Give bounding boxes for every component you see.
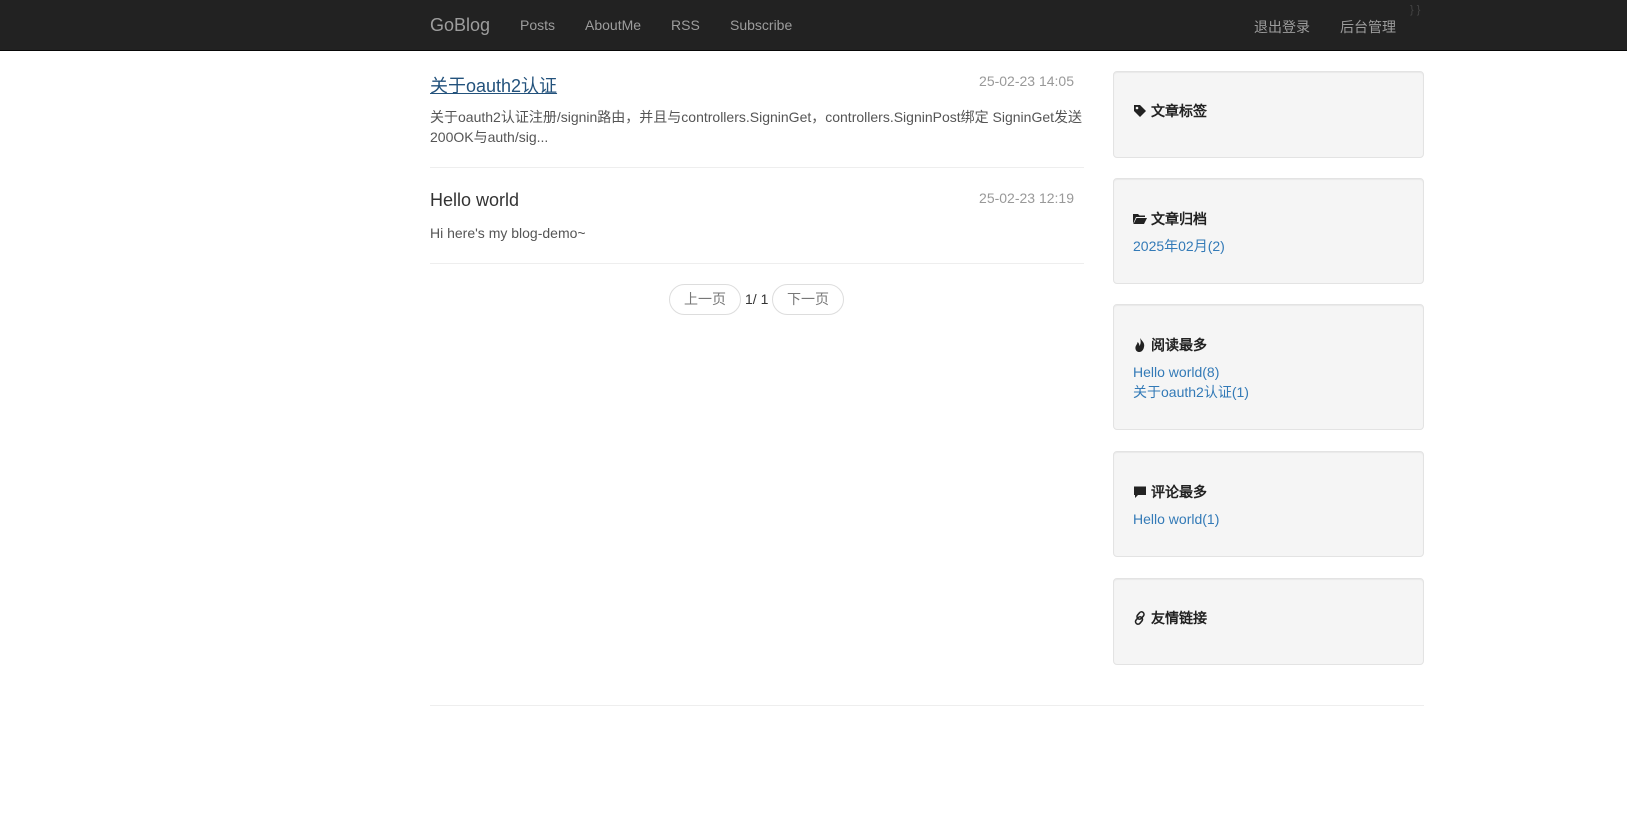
comment-icon	[1134, 486, 1146, 498]
top-navbar: GoBlog Posts AboutMe RSS Subscribe 退出登录 …	[0, 0, 1627, 51]
most-commented-link[interactable]: Hello world(1)	[1133, 509, 1219, 529]
corner-glyph: } }	[1410, 4, 1421, 16]
post-title-link[interactable]: Hello world	[430, 190, 519, 211]
post-title-link[interactable]: 关于oauth2认证	[430, 72, 557, 98]
nav-subscribe[interactable]: Subscribe	[730, 17, 792, 33]
tag-icon	[1134, 105, 1146, 117]
most-read-link[interactable]: 关于oauth2认证(1)	[1133, 382, 1249, 402]
most-commented-widget: 评论最多 Hello world(1)	[1113, 451, 1424, 557]
post-excerpt: Hi here's my blog-demo~	[430, 225, 586, 241]
nav-admin[interactable]: 后台管理	[1340, 17, 1396, 37]
fire-icon	[1135, 338, 1145, 352]
widget-title: 文章归档	[1151, 211, 1207, 227]
most-read-link[interactable]: Hello world(8)	[1133, 362, 1249, 382]
archive-link[interactable]: 2025年02月(2)	[1133, 236, 1225, 256]
folder-open-icon	[1133, 214, 1147, 224]
archive-list: 2025年02月(2)	[1133, 236, 1225, 256]
tags-widget: 文章标签	[1113, 71, 1424, 158]
nav-logout[interactable]: 退出登录	[1254, 17, 1310, 37]
brand-logo[interactable]: GoBlog	[430, 15, 490, 36]
post-date: 25-02-23 14:05	[979, 73, 1074, 89]
widget-title: 评论最多	[1151, 484, 1207, 500]
prev-page-button[interactable]: 上一页	[669, 284, 741, 315]
post-date: 25-02-23 12:19	[979, 190, 1074, 206]
most-read-list: Hello world(8) 关于oauth2认证(1)	[1133, 362, 1249, 402]
post-excerpt: 关于oauth2认证注册/signin路由，并且与controllers.Sig…	[430, 109, 1083, 145]
widget-heading: 文章归档	[1133, 209, 1207, 229]
post-item: 关于oauth2认证 25-02-23 14:05 关于oauth2认证注册/s…	[430, 66, 1084, 168]
nav-rss[interactable]: RSS	[671, 17, 700, 33]
footer-divider	[430, 705, 1424, 706]
widget-heading: 友情链接	[1133, 608, 1207, 628]
widget-title: 文章标签	[1151, 103, 1207, 119]
archive-widget: 文章归档 2025年02月(2)	[1113, 178, 1424, 284]
link-icon	[1134, 611, 1145, 625]
widget-heading: 文章标签	[1133, 101, 1207, 121]
widget-heading: 阅读最多	[1133, 335, 1207, 355]
widget-heading: 评论最多	[1133, 482, 1207, 502]
most-read-widget: 阅读最多 Hello world(8) 关于oauth2认证(1)	[1113, 304, 1424, 430]
widget-title: 友情链接	[1151, 610, 1207, 626]
widget-title: 阅读最多	[1151, 337, 1207, 353]
post-item: Hello world 25-02-23 12:19 Hi here's my …	[430, 185, 1084, 264]
page-indicator: 1/ 1	[745, 291, 769, 307]
next-page-button[interactable]: 下一页	[772, 284, 844, 315]
nav-posts[interactable]: Posts	[520, 17, 555, 33]
most-commented-list: Hello world(1)	[1133, 509, 1219, 529]
nav-aboutme[interactable]: AboutMe	[585, 17, 641, 33]
friend-links-widget: 友情链接	[1113, 578, 1424, 665]
